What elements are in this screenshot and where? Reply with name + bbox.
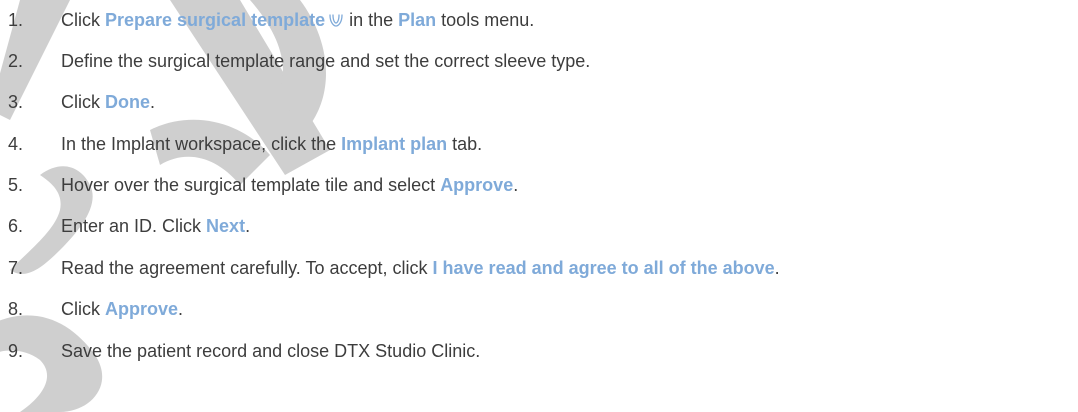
ui-reference: Plan <box>398 10 437 30</box>
step-number: 1. <box>8 10 24 30</box>
step-text-fragment: Click <box>61 299 105 319</box>
step-text: Click Approve. <box>61 294 183 324</box>
step-number: 8. <box>8 299 24 319</box>
step-number: 2. <box>8 51 24 71</box>
step-number: 4. <box>8 134 24 154</box>
ui-reference: Implant plan <box>341 134 448 154</box>
ui-reference: Approve <box>105 299 179 319</box>
step-text-fragment: tab. <box>447 134 483 154</box>
step-text-fragment: In the Implant workspace, click the <box>61 134 342 154</box>
surgical-template-icon <box>329 14 343 27</box>
ui-reference: I have read and agree to all of the abov… <box>432 258 775 278</box>
step-text: Hover over the surgical template tile an… <box>61 170 518 200</box>
step-text: Define the surgical template range and s… <box>61 46 590 76</box>
ui-reference: Approve <box>440 175 514 195</box>
step-text: Save the patient record and close DTX St… <box>61 336 480 366</box>
ui-reference: Next <box>206 216 246 236</box>
step-number: 6. <box>8 216 24 236</box>
step-number: 9. <box>8 341 24 361</box>
step-text: Click Done. <box>61 87 155 117</box>
step-text-fragment: Click <box>61 10 105 30</box>
ui-reference: Prepare surgical template <box>105 10 326 30</box>
step-text-fragment: Enter an ID. Click <box>61 216 207 236</box>
step-text-fragment: in the <box>344 10 399 30</box>
step-text-fragment: . <box>178 299 184 319</box>
step-text-fragment: tools menu. <box>436 10 535 30</box>
step-text: Read the agreement carefully. To accept,… <box>61 253 780 283</box>
step-number: 5. <box>8 175 24 195</box>
step-text-fragment: . <box>245 216 251 236</box>
step-text: In the Implant workspace, click the Impl… <box>61 129 482 159</box>
step-text-fragment: . <box>513 175 519 195</box>
step-text-fragment: Hover over the surgical template tile an… <box>61 175 441 195</box>
step-text-fragment: . <box>774 258 780 278</box>
step-text-fragment: Click <box>61 92 105 112</box>
step-number: 3. <box>8 92 24 112</box>
step-text: Click Prepare surgical template in the P… <box>61 5 534 35</box>
ui-reference: Done <box>105 92 150 112</box>
step-text-fragment: Define the surgical template range and s… <box>61 51 591 71</box>
step-number: 7. <box>8 258 24 278</box>
step-text: Enter an ID. Click Next. <box>61 211 250 241</box>
step-text-fragment: . <box>150 92 156 112</box>
step-text-fragment: Read the agreement carefully. To accept,… <box>61 258 433 278</box>
step-text-fragment: Save the patient record and close DTX St… <box>61 341 481 361</box>
